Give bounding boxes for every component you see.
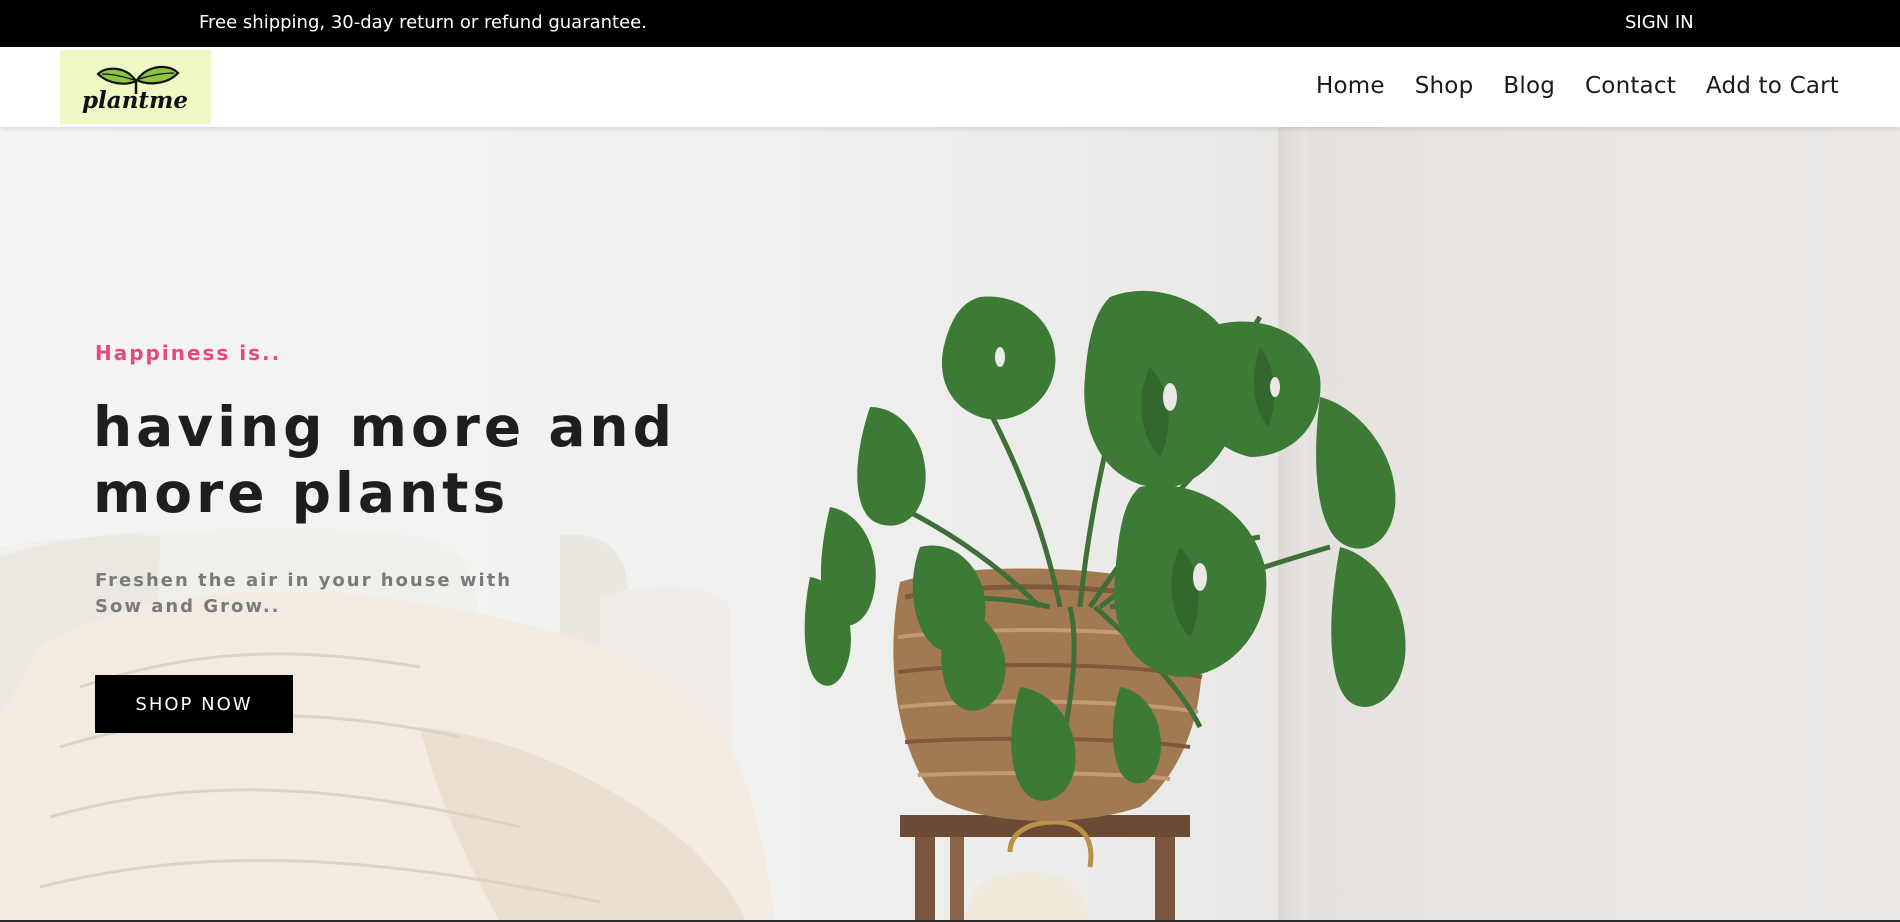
nav-shop[interactable]: Shop	[1415, 73, 1474, 99]
site-header: plantme Home Shop Blog Contact Add to Ca…	[0, 47, 1900, 127]
hero-headline-line2: more plants	[93, 461, 510, 525]
nav-contact[interactable]: Contact	[1585, 73, 1676, 99]
announcement-bar: Free shipping, 30-day return or refund g…	[0, 0, 1900, 47]
hero-subtext-line1: Freshen the air in your house with	[95, 570, 513, 591]
hero-headline: having more and more plants	[93, 394, 733, 526]
hero-banner: Happiness is.. having more and more plan…	[0, 127, 1900, 922]
logo-wordmark: plantme	[82, 87, 188, 114]
announcement-text: Free shipping, 30-day return or refund g…	[199, 12, 647, 33]
hero-eyebrow: Happiness is..	[95, 341, 282, 365]
shop-now-button[interactable]: SHOP NOW	[95, 675, 293, 733]
logo[interactable]: plantme	[60, 50, 211, 124]
nav-home[interactable]: Home	[1316, 73, 1385, 99]
hero-headline-line1: having more and	[93, 395, 676, 459]
main-nav: Home Shop Blog Contact Add to Cart	[1316, 73, 1839, 99]
sprout-icon: plantme	[82, 65, 188, 114]
hero-subtext: Freshen the air in your house with Sow a…	[95, 568, 515, 620]
nav-blog[interactable]: Blog	[1503, 73, 1555, 99]
nav-add-to-cart[interactable]: Add to Cart	[1706, 73, 1839, 99]
hero-subtext-line2: Sow and Grow..	[95, 596, 281, 617]
sign-in-link[interactable]: SIGN IN	[1625, 12, 1694, 33]
